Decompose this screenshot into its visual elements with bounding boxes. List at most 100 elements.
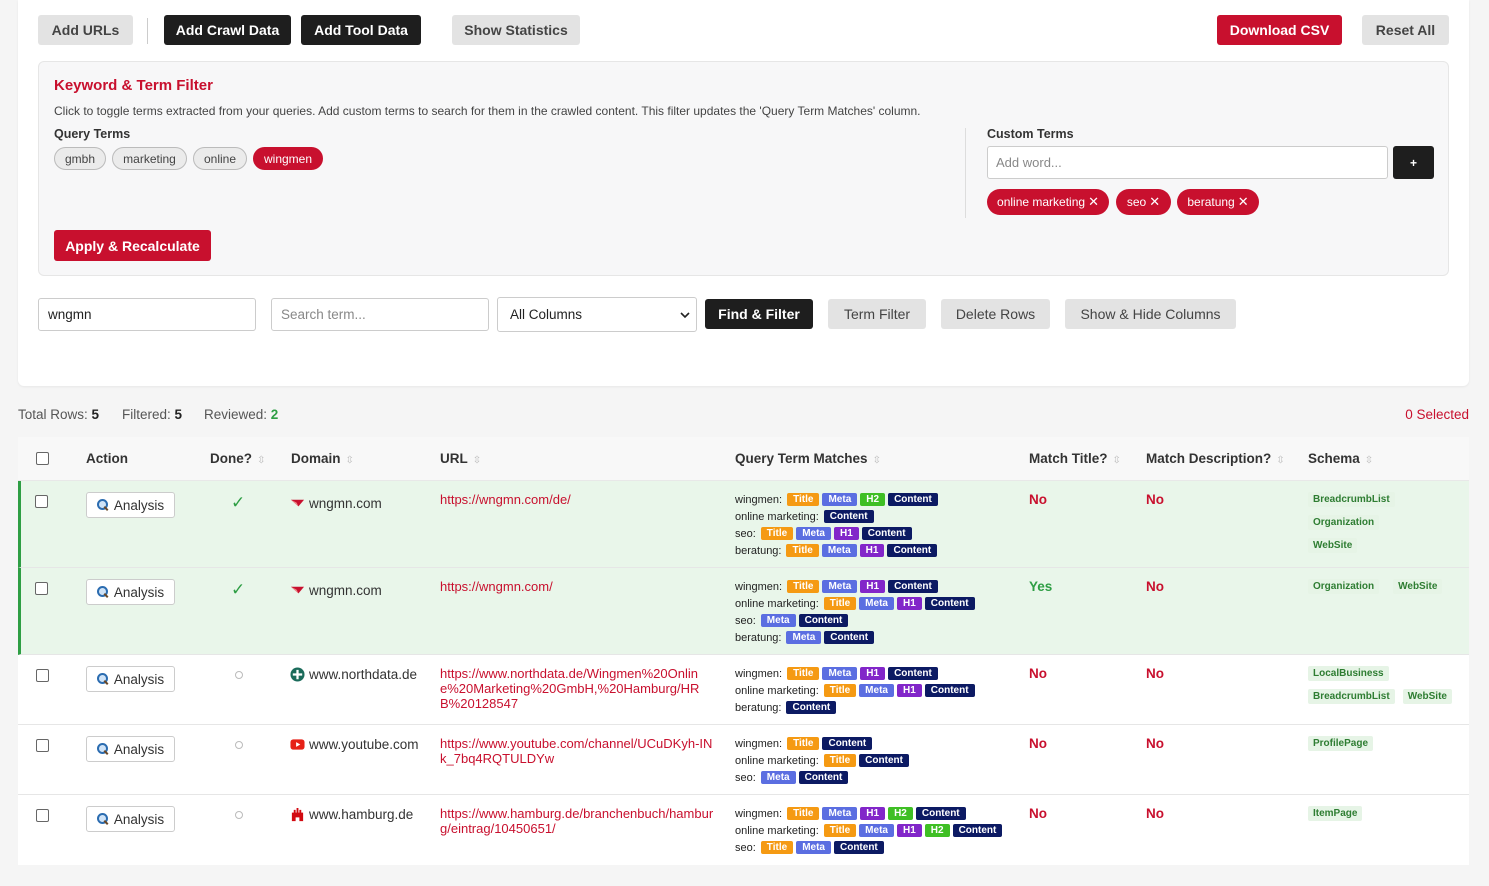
find-filter-button[interactable]: Find & Filter (705, 299, 813, 329)
reset-all-button[interactable]: Reset All (1362, 15, 1449, 45)
custom-terms-label: Custom Terms (987, 127, 1074, 141)
term-filter-button[interactable]: Term Filter (828, 299, 926, 329)
match-badge-title: Title (787, 580, 820, 593)
done-check-icon[interactable]: ✓ (231, 493, 245, 513)
match-badge-meta: Meta (822, 580, 858, 593)
url-link[interactable]: https://www.youtube.com/channel/UCuDKyh-… (440, 736, 715, 766)
chevron-down-icon (680, 311, 690, 318)
header-schema[interactable]: Schema ⇳ (1308, 451, 1373, 466)
magnifier-icon (96, 586, 109, 598)
total-rows-stat: Total Rows: 5 (18, 407, 100, 422)
not-done-circle-icon[interactable] (235, 741, 243, 749)
add-urls-button[interactable]: Add URLs (38, 15, 133, 45)
add-crawl-data-button[interactable]: Add Crawl Data (164, 15, 291, 45)
row-checkbox[interactable] (36, 739, 49, 752)
term-match-line: seo: Meta Content (735, 612, 975, 629)
term-key: online marketing: (735, 597, 819, 610)
show-statistics-button[interactable]: Show Statistics (452, 15, 580, 45)
url-link[interactable]: https://wngmn.com/de/ (440, 492, 715, 507)
analysis-button[interactable]: Analysis (86, 806, 175, 832)
wngmn-favicon-icon (290, 499, 305, 507)
term-key: wingmen: (735, 737, 783, 750)
custom-term-label: seo (1126, 195, 1147, 209)
delete-rows-button[interactable]: Delete Rows (941, 299, 1050, 329)
table-row[interactable]: Analysis www.northdata.de https://www.no… (18, 655, 1469, 725)
add-tool-data-button[interactable]: Add Tool Data (301, 15, 421, 45)
match-badge-content: Content (924, 597, 975, 610)
query-term-marketing[interactable]: marketing (112, 147, 187, 170)
column-select-value: All Columns (510, 307, 583, 322)
schema-cell: ItemPage (1308, 806, 1468, 821)
term-key: online marketing: (735, 754, 819, 767)
magnifier-icon (96, 499, 109, 511)
header-match-description[interactable]: Match Description? ⇳ (1146, 451, 1285, 466)
analysis-button[interactable]: Analysis (86, 579, 175, 605)
remove-icon[interactable]: ✕ (1088, 194, 1099, 210)
filtered-stat: Filtered: 5 (122, 407, 183, 422)
match-badge-content: Content (888, 493, 938, 506)
table-row[interactable]: Analysis ✓ wngmn.com https://wngmn.com/d… (18, 481, 1469, 568)
row-checkbox[interactable] (36, 809, 49, 822)
row-checkbox[interactable] (35, 582, 48, 595)
query-term-online[interactable]: online (193, 147, 247, 170)
analysis-button[interactable]: Analysis (86, 736, 175, 762)
schema-badge: Organization (1308, 515, 1380, 530)
match-description-value: No (1146, 579, 1164, 594)
query-term-wingmen[interactable]: wingmen (253, 147, 323, 170)
show-hide-columns-button[interactable]: Show & Hide Columns (1065, 299, 1236, 329)
match-badge-content: Content (822, 737, 873, 750)
remove-icon[interactable]: ✕ (1149, 194, 1160, 210)
header-url[interactable]: URL ⇳ (440, 451, 481, 466)
not-done-circle-icon[interactable] (235, 671, 243, 679)
custom-term-input[interactable] (987, 146, 1388, 179)
sort-icon: ⇳ (872, 455, 881, 466)
reviewed-stat: Reviewed: 2 (204, 407, 279, 422)
keyword-term-filter: Keyword & Term Filter Click to toggle te… (38, 61, 1449, 276)
match-badge-meta: Meta (760, 614, 796, 627)
not-done-circle-icon[interactable] (235, 811, 243, 819)
match-title-value: No (1029, 806, 1047, 821)
term-match-line: wingmen: Title Meta H1 Content (735, 665, 975, 682)
url-link[interactable]: https://www.northdata.de/Wingmen%20Onlin… (440, 666, 715, 711)
analysis-button[interactable]: Analysis (86, 492, 175, 518)
header-domain[interactable]: Domain ⇳ (291, 451, 354, 466)
domain-cell: wngmn.com (290, 496, 382, 511)
header-done[interactable]: Done? ⇳ (210, 451, 265, 466)
sort-icon: ⇳ (257, 455, 266, 466)
remove-icon[interactable]: ✕ (1238, 194, 1249, 210)
term-match-line: online marketing: Content (735, 508, 938, 525)
done-check-icon[interactable]: ✓ (231, 580, 245, 600)
add-custom-term-button[interactable]: + (1393, 146, 1434, 179)
match-badge-meta: Meta (859, 597, 894, 610)
header-match-title[interactable]: Match Title? ⇳ (1029, 451, 1121, 466)
table-row[interactable]: Analysis ✓ wngmn.com https://wngmn.com/ … (18, 568, 1469, 655)
row-checkbox[interactable] (36, 669, 49, 682)
query-term-gmbh[interactable]: gmbh (54, 147, 106, 170)
custom-term-tag[interactable]: online marketing ✕ (987, 189, 1109, 215)
row-checkbox[interactable] (35, 495, 48, 508)
download-csv-button[interactable]: Download CSV (1217, 15, 1342, 45)
match-badge-h1: H1 (833, 527, 859, 540)
match-badge-meta: Meta (786, 631, 822, 644)
custom-term-tag[interactable]: beratung ✕ (1177, 189, 1259, 215)
table-row[interactable]: Analysis www.hamburg.de https://www.hamb… (18, 795, 1469, 865)
match-badge-h1: H1 (896, 824, 922, 837)
select-all-checkbox[interactable] (36, 452, 49, 465)
term-match-line: beratung: Meta Content (735, 629, 975, 646)
column-select[interactable]: All Columns (497, 297, 697, 332)
url-link[interactable]: https://wngmn.com/ (440, 579, 715, 594)
match-badge-title: Title (787, 493, 820, 506)
match-badge-content: Content (915, 807, 966, 820)
url-link[interactable]: https://www.hamburg.de/branchenbuch/hamb… (440, 806, 715, 836)
header-query-term-matches[interactable]: Query Term Matches ⇳ (735, 451, 881, 466)
analysis-button[interactable]: Analysis (86, 666, 175, 692)
match-title-value: No (1029, 736, 1047, 751)
term-match-line: seo: Title Meta H1 Content (735, 525, 938, 542)
apply-recalculate-button[interactable]: Apply & Recalculate (54, 230, 211, 261)
custom-term-tag[interactable]: seo ✕ (1116, 189, 1171, 215)
table-row[interactable]: Analysis www.youtube.com https://www.you… (18, 725, 1469, 795)
find-input[interactable]: wngmn (38, 298, 256, 331)
match-title-value: No (1029, 666, 1047, 681)
magnifier-icon (96, 743, 109, 755)
search-term-input[interactable]: Search term... (271, 298, 489, 331)
